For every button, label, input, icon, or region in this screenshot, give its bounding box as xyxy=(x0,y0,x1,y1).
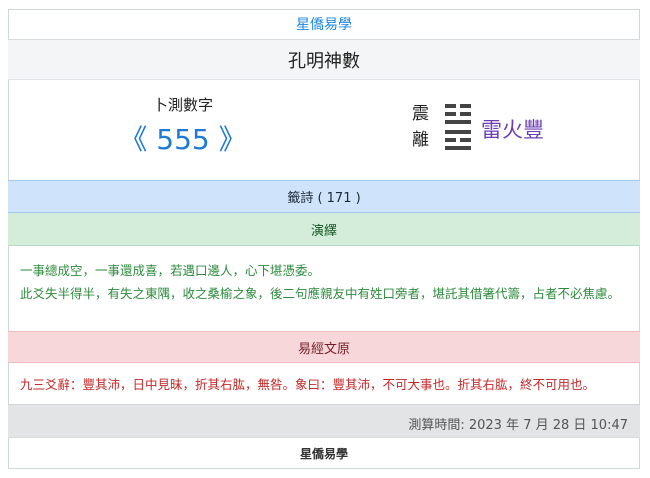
query-number: 《 555 》 xyxy=(119,123,247,156)
interpretation-label: 演繹 xyxy=(310,223,337,239)
interpretation-verse: 一事總成空，一事還成喜，若遇口邊人，心下堪憑委。 xyxy=(20,263,321,278)
hexagram-symbol-icon xyxy=(445,104,471,150)
interpretation-explanation: 此爻失半得半，有失之東隅，收之桑榆之象，後二句應親友中有姓口旁者，堪託其借箸代籌… xyxy=(20,286,621,301)
timestamp: 測算時間: 2023 年 7 月 28 日 10:47 xyxy=(408,418,628,433)
footer-site-name[interactable]: 星僑易學 xyxy=(300,445,348,462)
timestamp-bar: 測算時間: 2023 年 7 月 28 日 10:47 xyxy=(8,404,640,437)
lower-trigram: 離 xyxy=(412,130,429,150)
upper-trigram: 震 xyxy=(412,104,429,124)
site-title[interactable]: 星僑易學 xyxy=(296,14,352,34)
query-label: 卜測數字 xyxy=(152,96,213,114)
page-title: 孔明神數 xyxy=(288,50,360,72)
site-footer: 星僑易學 xyxy=(8,437,640,469)
hexagram-name: 雷火豐 xyxy=(481,118,544,142)
site-header-link[interactable]: 星僑易學 xyxy=(8,9,640,40)
classic-section-header: 易經文原 xyxy=(8,331,640,363)
result-summary: 卜測數字 《 555 》 震 離 雷火豐 xyxy=(8,80,640,180)
page-title-bar: 孔明神數 xyxy=(8,40,640,80)
classic-text: 九三爻辭：豐其沛，日中見昧，折其右肱，無咎。象曰：豐其沛，不可大事也。折其右肱，… xyxy=(20,377,596,392)
poem-label: 籤詩 ( 171 ) xyxy=(287,191,361,206)
classic-label: 易經文原 xyxy=(297,341,350,357)
interpretation-section-header: 演繹 xyxy=(8,213,640,246)
poem-section-header: 籤詩 ( 171 ) xyxy=(8,180,640,213)
